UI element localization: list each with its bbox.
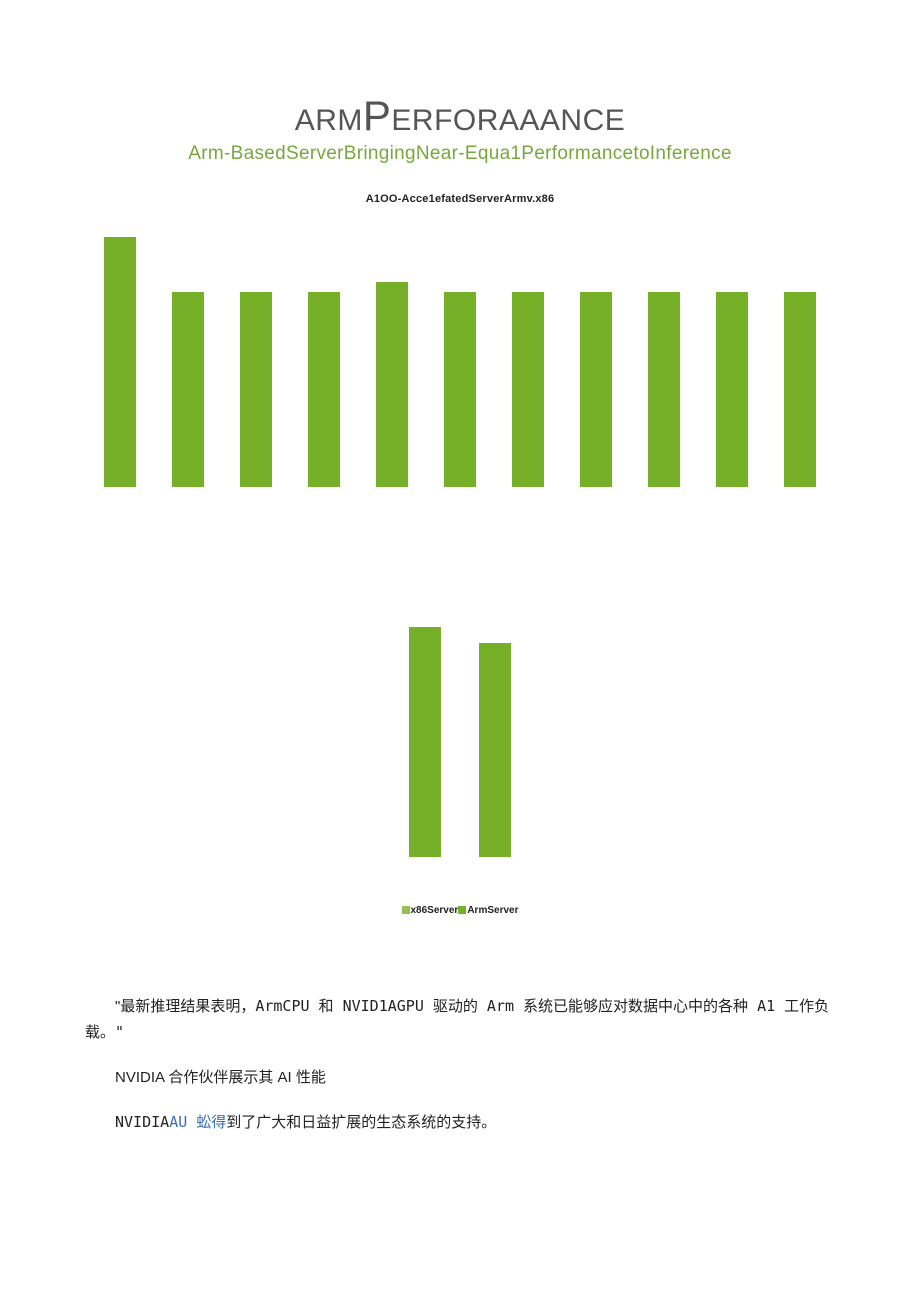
page-title: ARMPERFORAAANCE bbox=[0, 95, 920, 137]
legend-swatch-arm bbox=[458, 906, 466, 914]
chart-bar bbox=[784, 292, 816, 487]
chart-bar bbox=[240, 292, 272, 487]
bar-chart-1 bbox=[100, 237, 820, 487]
page-subtitle: Arm-BasedServerBringingNear-Equa1Perform… bbox=[0, 143, 920, 165]
legend-swatch-x86 bbox=[402, 906, 410, 914]
legend-label-x86: x86Server bbox=[411, 905, 459, 916]
p3-link[interactable]: AU 蚣得 bbox=[169, 1113, 226, 1131]
paragraph-1: "最新推理结果表明，ArmCPU 和 NVID1AGPU 驱动的 Arm 系统已… bbox=[85, 994, 835, 1046]
p1-part-a: "最新推理结果表明， bbox=[115, 998, 255, 1015]
title-pre: ARM bbox=[295, 104, 363, 137]
chart-bar bbox=[376, 282, 408, 487]
chart-bar bbox=[444, 292, 476, 487]
chart-bar bbox=[648, 292, 680, 487]
body-text: "最新推理结果表明，ArmCPU 和 NVID1AGPU 驱动的 Arm 系统已… bbox=[85, 994, 835, 1136]
chart-bar bbox=[580, 292, 612, 487]
bar-chart-2 bbox=[100, 627, 820, 857]
chart-bar bbox=[172, 292, 204, 487]
chart-legend: x86Server ArmServer bbox=[0, 905, 920, 916]
chart-bar-arm bbox=[479, 643, 511, 857]
title-big-p: P bbox=[363, 92, 392, 139]
chart-bar bbox=[512, 292, 544, 487]
chart-bar bbox=[716, 292, 748, 487]
chart-bar bbox=[308, 292, 340, 487]
chart-bar bbox=[104, 237, 136, 487]
legend-label-arm: ArmServer bbox=[467, 905, 518, 916]
p3-part-a: NVIDIA bbox=[115, 1113, 169, 1131]
chart-label: A1OO-Acce1efatedServerArmv.x86 bbox=[0, 193, 920, 205]
paragraph-3: NVIDIAAU 蚣得到了广大和日益扩展的生态系统的支持。 bbox=[85, 1110, 835, 1136]
p3-part-b: 到了广大和日益扩展的生态系统的支持。 bbox=[226, 1114, 496, 1131]
title-rest: ERFORAAANCE bbox=[391, 104, 625, 137]
chart-bar-x86 bbox=[409, 627, 441, 857]
paragraph-2: NVIDIA 合作伙伴展示其 AI 性能 bbox=[85, 1066, 835, 1091]
